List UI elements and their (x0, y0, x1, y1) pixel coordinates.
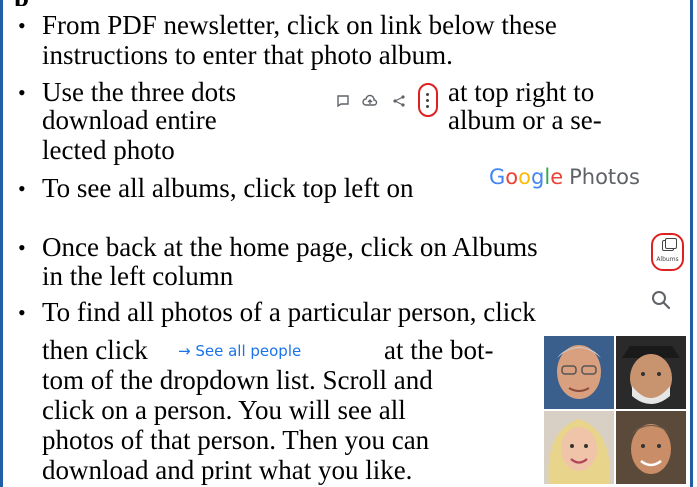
text-line: at the bot- (384, 335, 494, 365)
three-dots-icon (418, 83, 438, 117)
bullet: • (18, 176, 26, 201)
bullet: • (18, 13, 26, 38)
search-icon (650, 289, 672, 317)
text-line: at top right to (448, 77, 595, 107)
text-line: Use the three dots (42, 77, 237, 107)
text-line: album or a se- (448, 105, 602, 135)
text-line: in the left column (42, 261, 234, 291)
text-line: To see all albums, click top left on (42, 173, 414, 203)
see-all-people-link: → See all people (178, 342, 302, 360)
text-line: instructions to enter that photo album. (42, 40, 453, 70)
albums-icon: Albums (651, 233, 684, 271)
text-line: photos of that person. Then you can (42, 425, 430, 455)
person-photo (616, 336, 686, 409)
google-photos-logo: Google Photos (489, 165, 640, 189)
bullet: • (18, 80, 26, 105)
people-photos (544, 336, 686, 484)
comment-icon (336, 94, 350, 112)
share-icon (392, 94, 406, 112)
cloud-upload-icon (362, 94, 378, 112)
text-line: click on a person. You will see all (42, 395, 406, 425)
text-line: download entire (42, 105, 217, 135)
text-line: Once back at the home page, click on Alb… (42, 232, 538, 262)
text-line: From PDF newsletter, click on link below… (42, 10, 557, 40)
text-line: download and print what you like. (42, 455, 413, 485)
bullet: • (18, 235, 26, 260)
text-line: tom of the dropdown list. Scroll and (42, 365, 433, 395)
bullet: • (18, 300, 26, 325)
person-photo (616, 411, 686, 484)
person-photo (544, 411, 614, 484)
text-line: then click (42, 335, 148, 365)
cut-off-heading: p (10, 0, 46, 6)
text-line: To find all photos of a particular perso… (42, 297, 536, 327)
person-photo (544, 336, 614, 409)
text-line: lected photo (42, 135, 175, 165)
albums-icon-label: Albums (656, 256, 679, 263)
